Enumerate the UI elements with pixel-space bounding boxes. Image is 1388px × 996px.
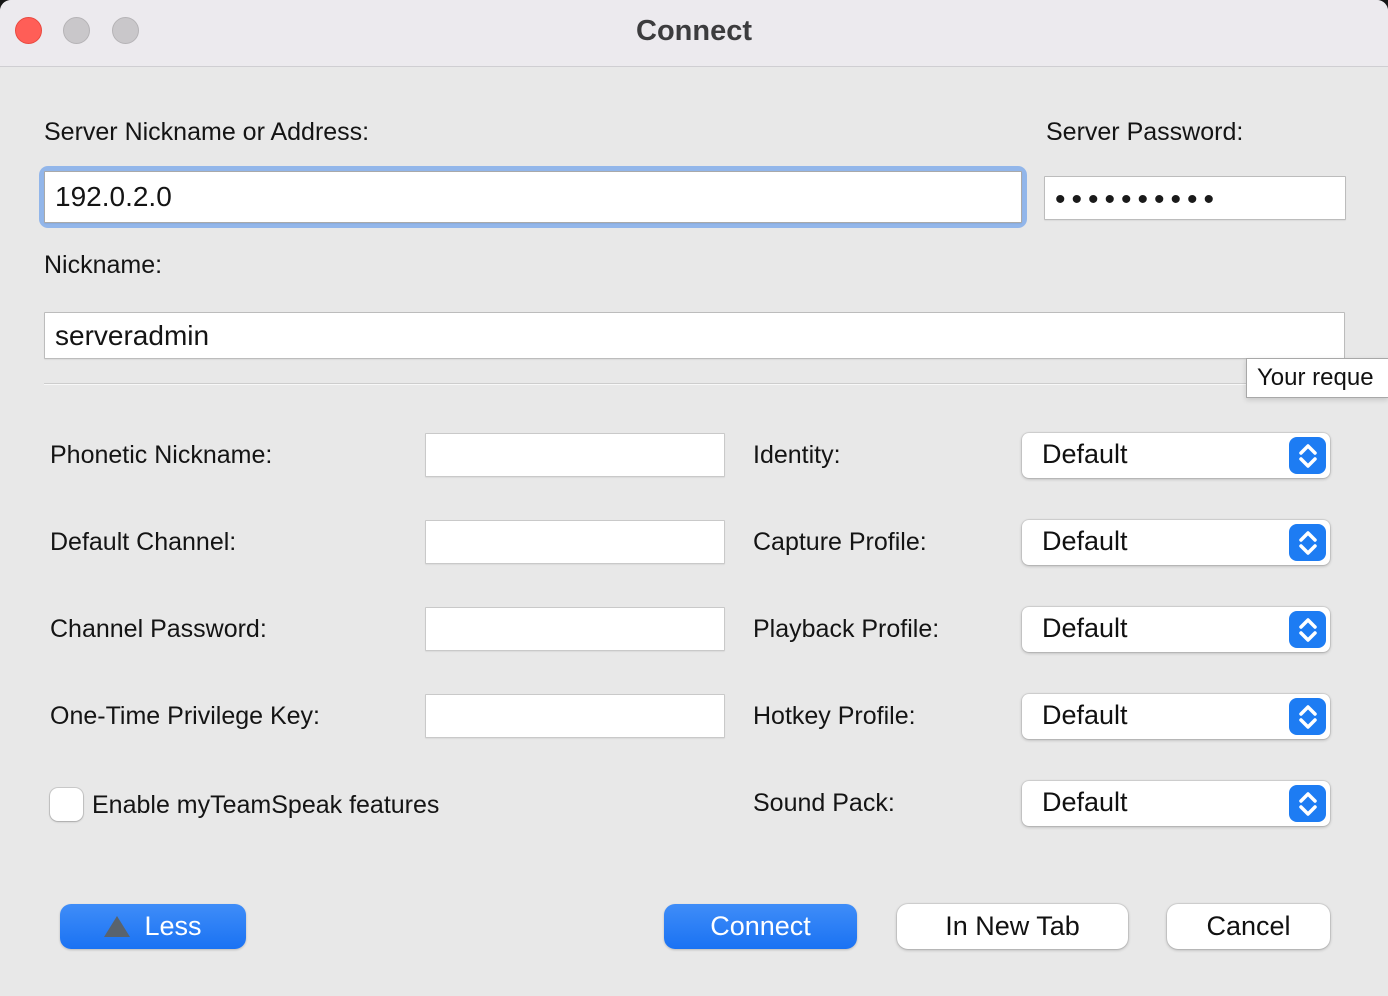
playback-profile-dropdown-value: Default	[1042, 613, 1128, 644]
server-address-focus-ring	[39, 166, 1027, 228]
channel-password-label: Channel Password:	[50, 615, 267, 644]
chevron-up-down-icon	[1289, 785, 1326, 822]
one-time-privilege-key-label: One-Time Privilege Key:	[50, 702, 320, 731]
channel-password-input[interactable]	[425, 607, 725, 651]
cancel-button-label: Cancel	[1206, 911, 1290, 942]
enable-myteamspeak-label: Enable myTeamSpeak features	[92, 791, 439, 820]
server-password-label: Server Password:	[1046, 118, 1243, 147]
sound-pack-label: Sound Pack:	[753, 789, 895, 818]
nickname-label: Nickname:	[44, 251, 162, 280]
hotkey-profile-label: Hotkey Profile:	[753, 702, 916, 731]
connect-button-label: Connect	[710, 911, 811, 942]
connect-button[interactable]: Connect	[664, 904, 857, 949]
hotkey-profile-dropdown[interactable]: Default	[1022, 694, 1330, 739]
hotkey-profile-dropdown-value: Default	[1042, 700, 1128, 731]
less-button[interactable]: Less	[60, 904, 246, 949]
sound-pack-dropdown[interactable]: Default	[1022, 781, 1330, 826]
server-password-input[interactable]	[1044, 176, 1346, 220]
sound-pack-dropdown-value: Default	[1042, 787, 1128, 818]
cancel-button[interactable]: Cancel	[1167, 904, 1330, 949]
phonetic-nickname-label: Phonetic Nickname:	[50, 441, 272, 470]
in-new-tab-button-label: In New Tab	[945, 911, 1080, 942]
tooltip: Your reque	[1246, 358, 1388, 398]
in-new-tab-button[interactable]: In New Tab	[897, 904, 1128, 949]
chevron-up-down-icon	[1289, 698, 1326, 735]
playback-profile-dropdown[interactable]: Default	[1022, 607, 1330, 652]
chevron-up-down-icon	[1289, 611, 1326, 648]
playback-profile-label: Playback Profile:	[753, 615, 939, 644]
identity-label: Identity:	[753, 441, 841, 470]
window-title: Connect	[0, 15, 1388, 48]
nickname-input[interactable]	[44, 312, 1345, 359]
triangle-up-icon	[104, 916, 130, 937]
titlebar: Connect	[0, 0, 1388, 67]
phonetic-nickname-input[interactable]	[425, 433, 725, 477]
server-address-label: Server Nickname or Address:	[44, 118, 369, 147]
less-button-label: Less	[144, 911, 201, 942]
capture-profile-label: Capture Profile:	[753, 528, 927, 557]
one-time-privilege-key-input[interactable]	[425, 694, 725, 738]
enable-myteamspeak-checkbox[interactable]	[50, 788, 83, 821]
section-separator	[44, 383, 1345, 385]
chevron-up-down-icon	[1289, 437, 1326, 474]
server-address-input[interactable]	[44, 171, 1022, 223]
capture-profile-dropdown[interactable]: Default	[1022, 520, 1330, 565]
default-channel-label: Default Channel:	[50, 528, 236, 557]
chevron-up-down-icon	[1289, 524, 1326, 561]
connect-dialog: Connect Server Nickname or Address: Serv…	[0, 0, 1388, 996]
identity-dropdown[interactable]: Default	[1022, 433, 1330, 478]
default-channel-input[interactable]	[425, 520, 725, 564]
capture-profile-dropdown-value: Default	[1042, 526, 1128, 557]
identity-dropdown-value: Default	[1042, 439, 1128, 470]
